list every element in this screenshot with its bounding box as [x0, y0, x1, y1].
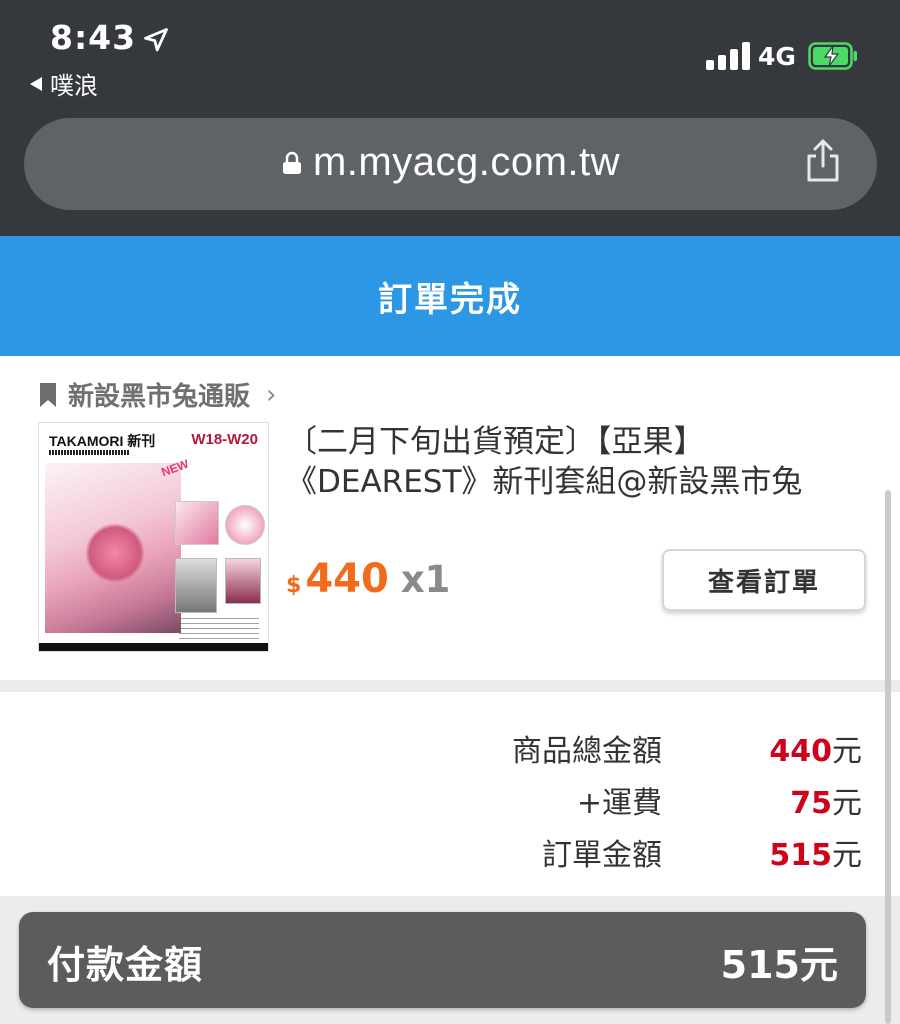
summary-row-shipping: +運費 75元 [0, 778, 900, 828]
back-triangle-icon [30, 76, 42, 91]
summary-value: 75元 [790, 786, 862, 821]
share-icon[interactable] [803, 138, 843, 184]
summary-label: 訂單金額 [542, 838, 662, 873]
price-value: 440 [305, 556, 389, 602]
price-row: $ 440 x1 [286, 556, 450, 602]
price-currency: $ [286, 573, 302, 598]
payment-label: 付款金額 [47, 943, 204, 987]
product-thumbnail[interactable]: TAKAMORI 新刊 W18-W20 NEW [38, 422, 269, 652]
url-text: m.myacg.com.tw [312, 140, 621, 184]
order-summary: 商品總金額 440元 +運費 75元 訂單金額 515元 [0, 692, 900, 896]
location-arrow-icon [144, 28, 168, 52]
page-title: 訂單完成 [378, 279, 522, 320]
summary-row-subtotal: 商品總金額 440元 [0, 726, 900, 776]
thumbnail-item-image [225, 505, 265, 545]
status-time: 8:43 [50, 18, 137, 57]
thumbnail-item-image [225, 558, 261, 604]
order-item-card: 新設黑市兔通販 › TAKAMORI 新刊 W18-W20 NEW 〔二月下旬出… [0, 356, 900, 680]
chevron-right-icon: › [266, 379, 277, 410]
thumbnail-item-image [175, 558, 217, 613]
thumbnail-item-image [175, 501, 219, 545]
address-bar[interactable]: m.myacg.com.tw [24, 118, 877, 210]
summary-row-order-total: 訂單金額 515元 [0, 830, 900, 880]
view-order-button[interactable]: 查看訂單 [662, 549, 866, 611]
thumbnail-title: TAKAMORI 新刊 [49, 433, 156, 449]
summary-value: 440元 [769, 734, 862, 769]
summary-label: +運費 [576, 786, 662, 821]
browser-chrome: 8:43 噗浪 4G m.myacg.com.tw [0, 0, 900, 236]
page-header: 訂單完成 [0, 236, 900, 356]
shop-name: 新設黑市兔通販 [68, 382, 251, 412]
thumbnail-cover-art [45, 463, 181, 633]
thumbnail-barcode [49, 450, 129, 455]
payment-total-bar: 付款金額 515元 [19, 912, 866, 1008]
quantity: x1 [400, 558, 451, 601]
back-app-label: 噗浪 [50, 72, 98, 100]
thumbnail-text-lines [179, 618, 259, 640]
lock-icon [282, 151, 301, 174]
page-scrollbar[interactable] [885, 490, 891, 1024]
summary-label: 商品總金額 [512, 734, 662, 769]
thumbnail-week: W18-W20 [191, 431, 258, 448]
back-to-app-link[interactable]: 噗浪 [30, 66, 98, 101]
item-title[interactable]: 〔二月下旬出貨預定〕【亞果】《DEAREST》新刊套組@新設黑市兔 (parod… [286, 422, 870, 502]
bookmark-icon [40, 382, 56, 407]
shop-link[interactable]: 新設黑市兔通販 › [38, 376, 276, 413]
summary-value: 515元 [769, 838, 862, 873]
thumbnail-footer-bar [39, 643, 268, 651]
network-type: 4G [758, 42, 796, 71]
payment-amount: 515元 [720, 943, 838, 987]
cellular-signal-icon [706, 42, 750, 70]
battery-charging-icon [808, 42, 857, 70]
